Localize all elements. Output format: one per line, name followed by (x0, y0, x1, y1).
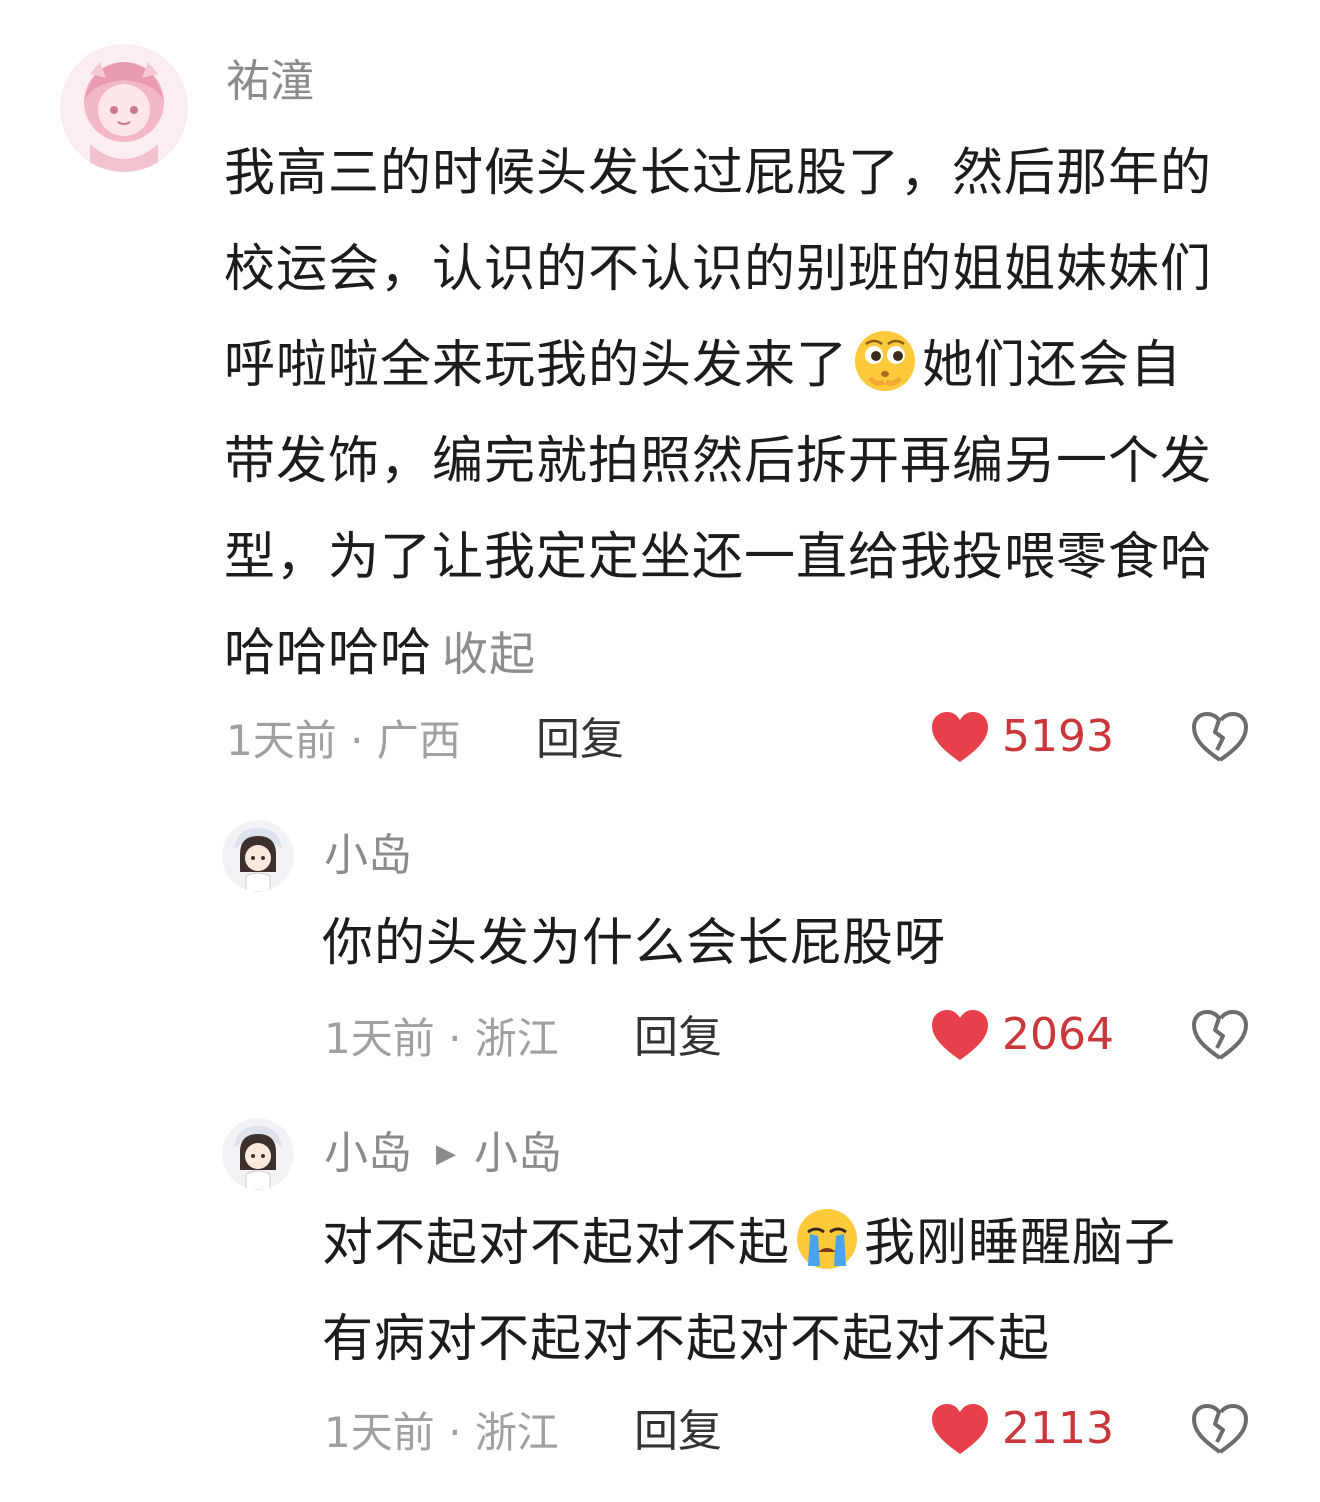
comment-text: 我高三的时候头发长过屁股了，然后那年的 校运会，认识的不认识的别班的姐姐妹妹们 … (224, 126, 1284, 702)
shy-thinking-emoji-icon (852, 328, 918, 394)
comment-line-part: 我刚睡醒脑子 (864, 1214, 1177, 1273)
like-count: 2064 (1002, 1009, 1114, 1060)
comment-line-part: 呼啦啦全来玩我的头发来了 (224, 336, 849, 395)
comment-location: 广西 (376, 716, 461, 765)
comment-time: 1天前 (226, 716, 337, 765)
reply-header: 小岛 ▶ 小岛 (324, 1132, 562, 1176)
comment-line: 哈哈哈哈 收起 (224, 606, 1284, 702)
avatar[interactable] (60, 44, 188, 172)
comment-line: 我高三的时候头发长过屁股了，然后那年的 (224, 144, 1213, 203)
like-button[interactable]: 2064 (930, 1008, 1114, 1062)
broken-heart-icon[interactable] (1190, 1402, 1250, 1456)
reply-button[interactable]: 回复 (634, 1410, 722, 1454)
comment-line: 呼啦啦全来玩我的头发来了 她们还会自 (224, 318, 1284, 414)
avatar[interactable] (222, 1118, 294, 1190)
comment-location: 浙江 (474, 1014, 559, 1063)
comment-line: 对不起对不起对不起 我刚睡醒脑子 (322, 1196, 1282, 1292)
reply-arrow-icon: ▶ (436, 1139, 456, 1169)
comment-line-part: 对不起对不起对不起 (322, 1214, 791, 1273)
avatar[interactable] (222, 820, 294, 892)
heart-icon (932, 1010, 988, 1060)
like-count: 5193 (1002, 711, 1114, 762)
meta-separator: · (434, 1014, 475, 1063)
heart-icon (932, 1404, 988, 1454)
comment-username[interactable]: 祐潼 (226, 60, 314, 104)
like-button[interactable]: 2113 (930, 1402, 1114, 1456)
reply-username[interactable]: 小岛 (324, 1132, 412, 1176)
heart-icon (932, 712, 988, 762)
comment-time: 1天前 (324, 1408, 435, 1457)
crying-emoji-icon (794, 1206, 860, 1272)
like-count: 2113 (1002, 1403, 1114, 1454)
comment-meta: 1天前 · 广西 (226, 720, 461, 762)
comment-line: 校运会，认识的不认识的别班的姐姐妹妹们 (224, 240, 1213, 299)
meta-separator: · (336, 716, 377, 765)
comment-line: 型，为了让我定定坐还一直给我投喂零食哈 (224, 528, 1213, 587)
comment-time: 1天前 (324, 1014, 435, 1063)
meta-separator: · (434, 1408, 475, 1457)
reply-button[interactable]: 回复 (634, 1016, 722, 1060)
comment-meta: 1天前 · 浙江 (324, 1018, 559, 1060)
reply-button[interactable]: 回复 (536, 718, 624, 762)
comment-line: 有病对不起对不起对不起对不起 (322, 1310, 1051, 1369)
reply-text: 你的头发为什么会长屁股呀 (322, 914, 947, 973)
reply-to-username[interactable]: 小岛 (474, 1132, 562, 1176)
comment-meta: 1天前 · 浙江 (324, 1412, 559, 1454)
reply-username[interactable]: 小岛 (324, 834, 412, 878)
comment-line-part: 哈哈哈哈 (224, 624, 433, 683)
comment-line-part: 她们还会自 (922, 336, 1183, 395)
comment-location: 浙江 (474, 1408, 559, 1457)
like-button[interactable]: 5193 (930, 710, 1114, 764)
broken-heart-icon[interactable] (1190, 710, 1250, 764)
reply-text: 对不起对不起对不起 我刚睡醒脑子 有病对不起对不起对不起对不起 (322, 1196, 1282, 1388)
comment-thread: 祐潼 我高三的时候头发长过屁股了，然后那年的 校运会，认识的不认识的别班的姐姐妹… (0, 0, 1320, 1502)
collapse-link[interactable]: 收起 (442, 627, 536, 681)
broken-heart-icon[interactable] (1190, 1008, 1250, 1062)
comment-line: 带发饰，编完就拍照然后拆开再编另一个发 (224, 432, 1213, 491)
